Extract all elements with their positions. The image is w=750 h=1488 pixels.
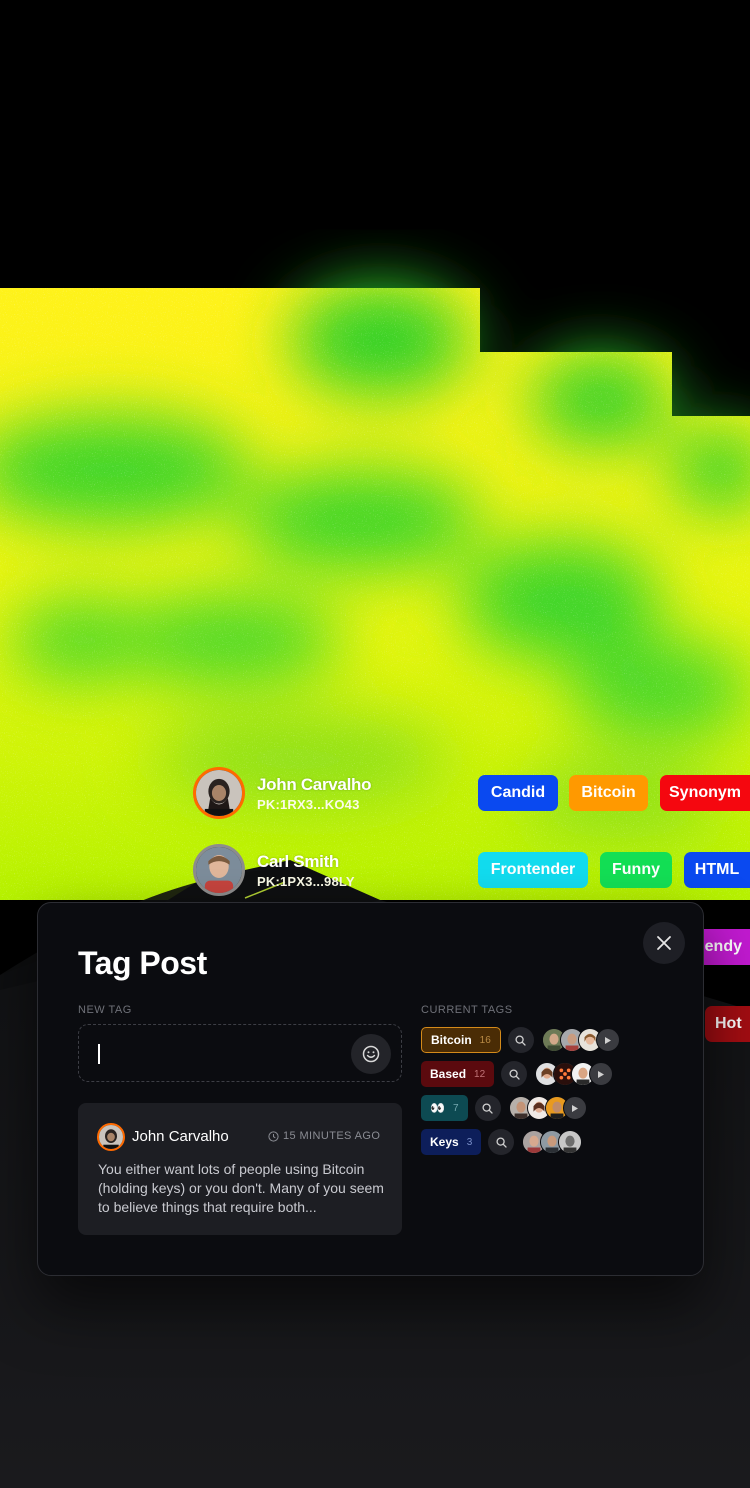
- close-button[interactable]: [643, 922, 685, 964]
- tag-count: 3: [466, 1136, 473, 1148]
- current-tag-bitcoin[interactable]: Bitcoin 16: [421, 1027, 501, 1053]
- play-icon: [598, 1070, 605, 1078]
- tag-candid[interactable]: Candid: [478, 775, 558, 811]
- current-tag-row: Bitcoin 16: [421, 1027, 620, 1053]
- taggers-avatars[interactable]: [535, 1062, 614, 1086]
- avatar: [193, 844, 245, 896]
- search-tag-button[interactable]: [488, 1129, 515, 1155]
- search-icon: [496, 1136, 507, 1148]
- tag-friendly[interactable]: iendy: [698, 929, 750, 965]
- current-tag-keys[interactable]: Keys 3: [421, 1129, 482, 1155]
- smiley-icon: [362, 1045, 380, 1063]
- post-timestamp: 15 MINUTES AGO: [268, 1130, 380, 1142]
- tag-bitcoin[interactable]: Bitcoin: [569, 775, 648, 811]
- text-caret: [98, 1044, 100, 1064]
- search-icon: [509, 1068, 520, 1080]
- new-tag-label: NEW TAG: [78, 1004, 132, 1016]
- search-tag-button[interactable]: [501, 1061, 528, 1087]
- current-tag-eyes[interactable]: 👀 7: [421, 1095, 468, 1121]
- avatar: [558, 1130, 583, 1154]
- tag-label: Bitcoin: [431, 1033, 472, 1047]
- more-taggers-button[interactable]: [562, 1096, 587, 1120]
- search-tag-button[interactable]: [474, 1095, 501, 1121]
- tag-hot[interactable]: Hot: [705, 1006, 750, 1042]
- search-icon: [515, 1034, 526, 1046]
- post-author: John Carvalho: [132, 1128, 229, 1145]
- play-icon: [571, 1104, 578, 1112]
- close-icon: [657, 936, 671, 950]
- new-tag-field[interactable]: [78, 1024, 402, 1082]
- avatar: [97, 1123, 125, 1151]
- taggers-avatars[interactable]: [522, 1130, 583, 1154]
- post-preview: John Carvalho 15 MINUTES AGO You either …: [78, 1103, 402, 1235]
- user-pubkey: PK:1PX3...98LY: [257, 873, 355, 889]
- tag-frontender[interactable]: Frontender: [478, 852, 588, 888]
- tag-count: 12: [474, 1068, 486, 1080]
- post-time-text: 15 MINUTES AGO: [283, 1130, 381, 1142]
- tag-count: 16: [479, 1034, 491, 1046]
- tag-count: 7: [452, 1102, 459, 1114]
- tag-label: Keys: [430, 1135, 459, 1149]
- tag-html[interactable]: HTML: [684, 852, 750, 888]
- taggers-avatars[interactable]: [508, 1096, 587, 1120]
- more-taggers-button[interactable]: [595, 1028, 620, 1052]
- modal-title: Tag Post: [78, 945, 207, 981]
- tag-synonym[interactable]: Synonym: [660, 775, 750, 811]
- search-tag-button[interactable]: [507, 1027, 534, 1053]
- more-taggers-button[interactable]: [589, 1062, 614, 1086]
- current-tag-row: Keys 3: [421, 1129, 583, 1155]
- emoji-button[interactable]: [351, 1034, 391, 1074]
- new-tag-input[interactable]: [93, 1037, 343, 1071]
- current-tags-label: CURRENT TAGS: [421, 1004, 513, 1016]
- user-pubkey: PK:1RX3...KO43: [257, 796, 360, 812]
- taggers-avatars[interactable]: [541, 1028, 620, 1052]
- user-row-john[interactable]: John Carvalho PK:1RX3...KO43: [193, 767, 371, 819]
- current-tag-row: 👀 7: [421, 1095, 587, 1121]
- avatar: [193, 767, 245, 819]
- user-name: Carl Smith: [257, 851, 340, 871]
- search-icon: [482, 1102, 493, 1114]
- current-tag-based[interactable]: Based 12: [421, 1061, 495, 1087]
- user-name: John Carvalho: [257, 774, 372, 794]
- post-text: You either want lots of people using Bit…: [98, 1161, 384, 1215]
- user-row-carl[interactable]: Carl Smith PK:1PX3...98LY: [193, 844, 355, 896]
- tag-label: Based: [430, 1067, 467, 1081]
- play-icon: [604, 1036, 611, 1044]
- clock-icon: [268, 1130, 279, 1142]
- current-tag-row: Based 12: [421, 1061, 614, 1087]
- tag-funny[interactable]: Funny: [600, 852, 672, 888]
- tag-post-modal: Tag Post NEW TAG John Carvalho 15 MINUTE…: [37, 902, 704, 1276]
- tag-label: 👀: [430, 1101, 445, 1115]
